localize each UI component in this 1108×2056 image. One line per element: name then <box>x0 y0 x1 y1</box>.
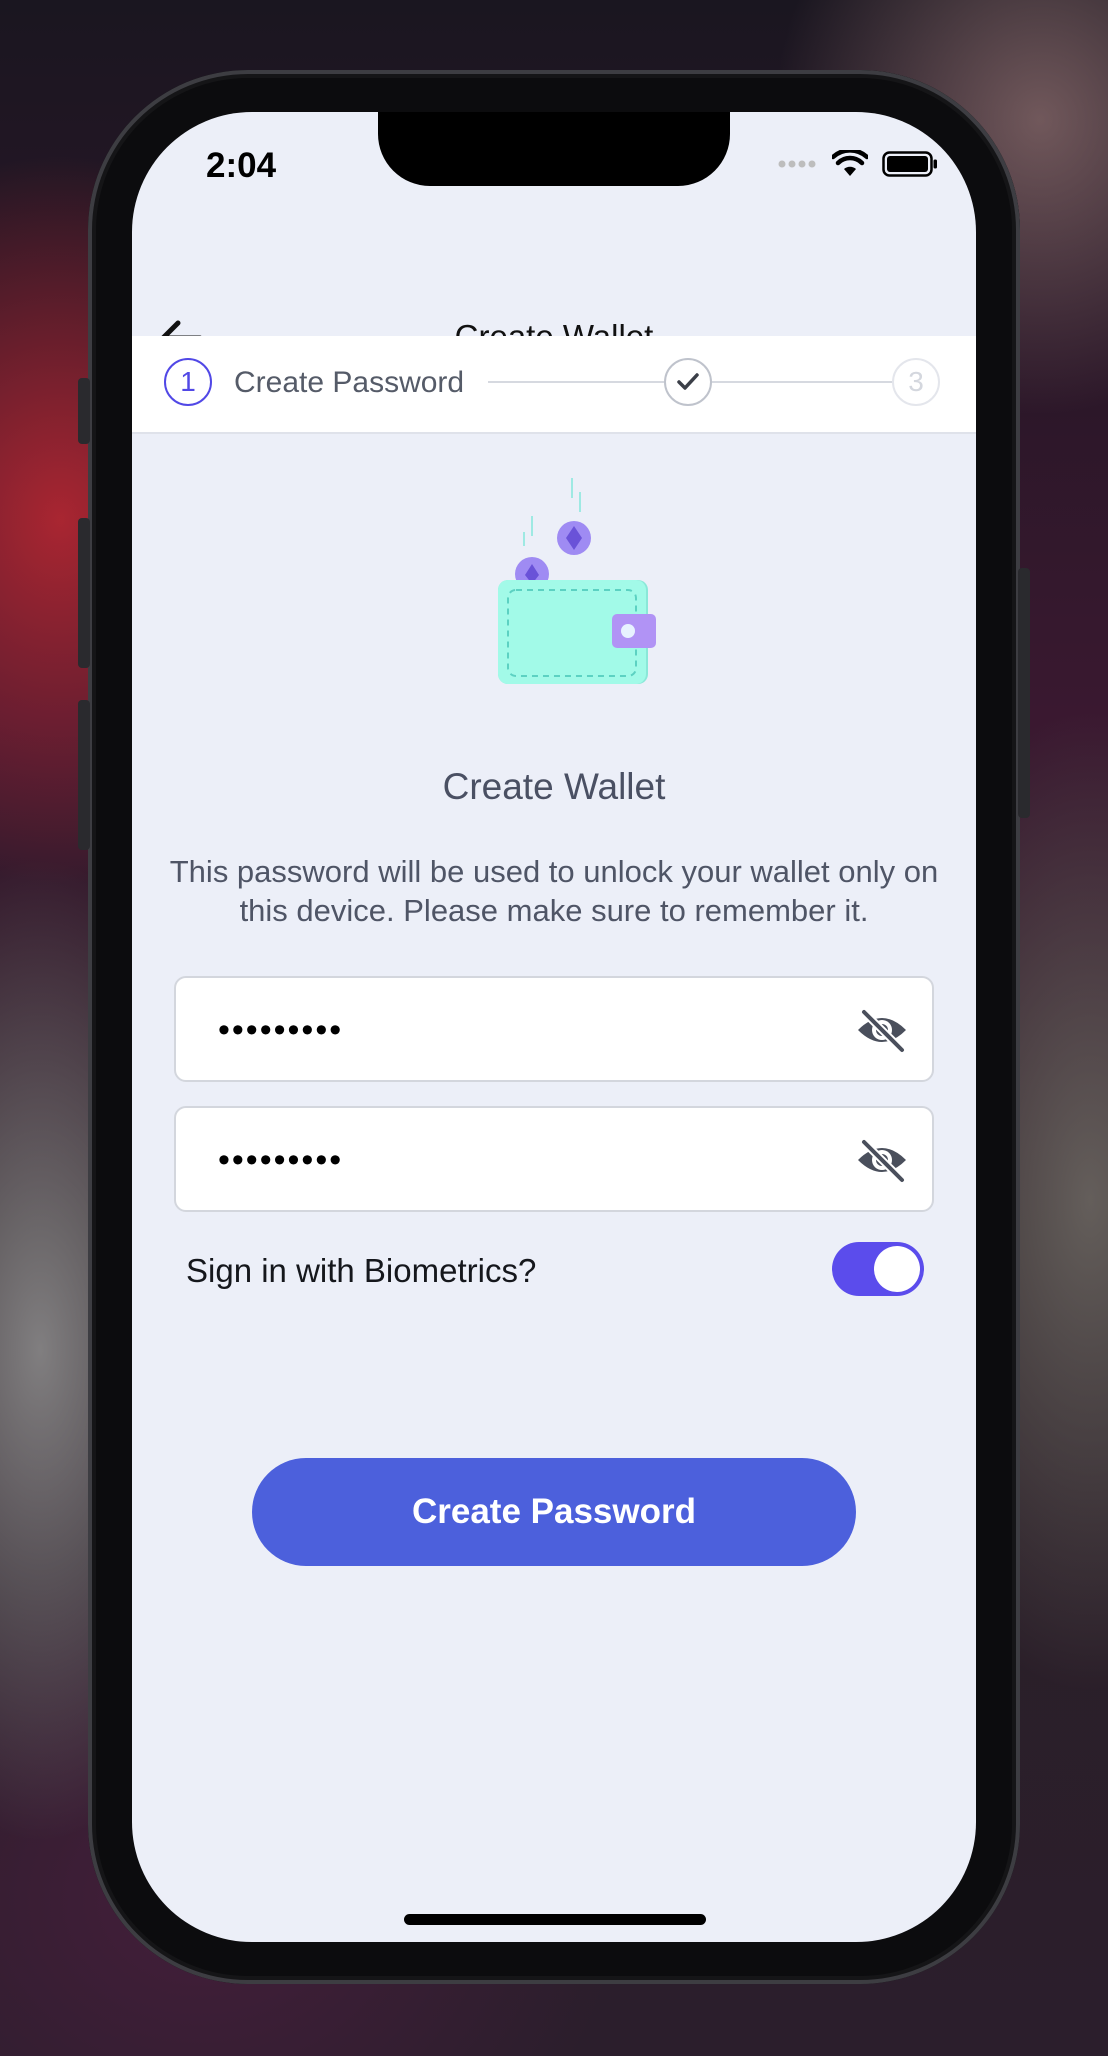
app-screen: 2:04 Create Wallet 1 Create Password <box>132 112 976 1942</box>
eye-slash-icon[interactable] <box>854 1006 910 1054</box>
password-field <box>174 976 934 1082</box>
step-2-indicator <box>664 358 712 406</box>
biometrics-label: Sign in with Biometrics? <box>186 1252 537 1289</box>
biometrics-toggle[interactable] <box>832 1242 924 1296</box>
section-heading: Create Wallet <box>442 766 666 807</box>
confirm-password-input[interactable] <box>216 1108 780 1212</box>
notch <box>378 112 730 186</box>
step-1-label: Create Password <box>234 366 465 399</box>
home-indicator <box>404 1914 706 1925</box>
mute-switch <box>78 378 90 444</box>
cellular-signal-icon <box>778 160 816 168</box>
password-input[interactable] <box>216 978 780 1082</box>
eye-slash-icon[interactable] <box>854 1136 910 1184</box>
checkmark-icon <box>677 373 699 390</box>
power-button <box>1018 568 1030 818</box>
description-text: This password will be used to unlock you… <box>169 854 939 928</box>
wifi-icon <box>832 150 868 176</box>
confirm-password-field <box>174 1106 934 1212</box>
create-password-button[interactable]: Create Password <box>252 1458 856 1566</box>
volume-down-button <box>78 700 90 850</box>
step-1-indicator: 1 <box>164 358 212 406</box>
progress-stepper: 1 Create Password 3 <box>132 336 976 434</box>
wallet-illustration <box>498 478 656 684</box>
status-time: 2:04 <box>206 146 277 185</box>
step-connector-1 <box>488 381 664 383</box>
step-3-indicator: 3 <box>892 358 940 406</box>
battery-icon <box>882 151 937 177</box>
status-icons <box>778 150 938 178</box>
step-connector-2 <box>712 381 892 383</box>
volume-up-button <box>78 518 90 668</box>
toggle-knob <box>874 1246 920 1292</box>
